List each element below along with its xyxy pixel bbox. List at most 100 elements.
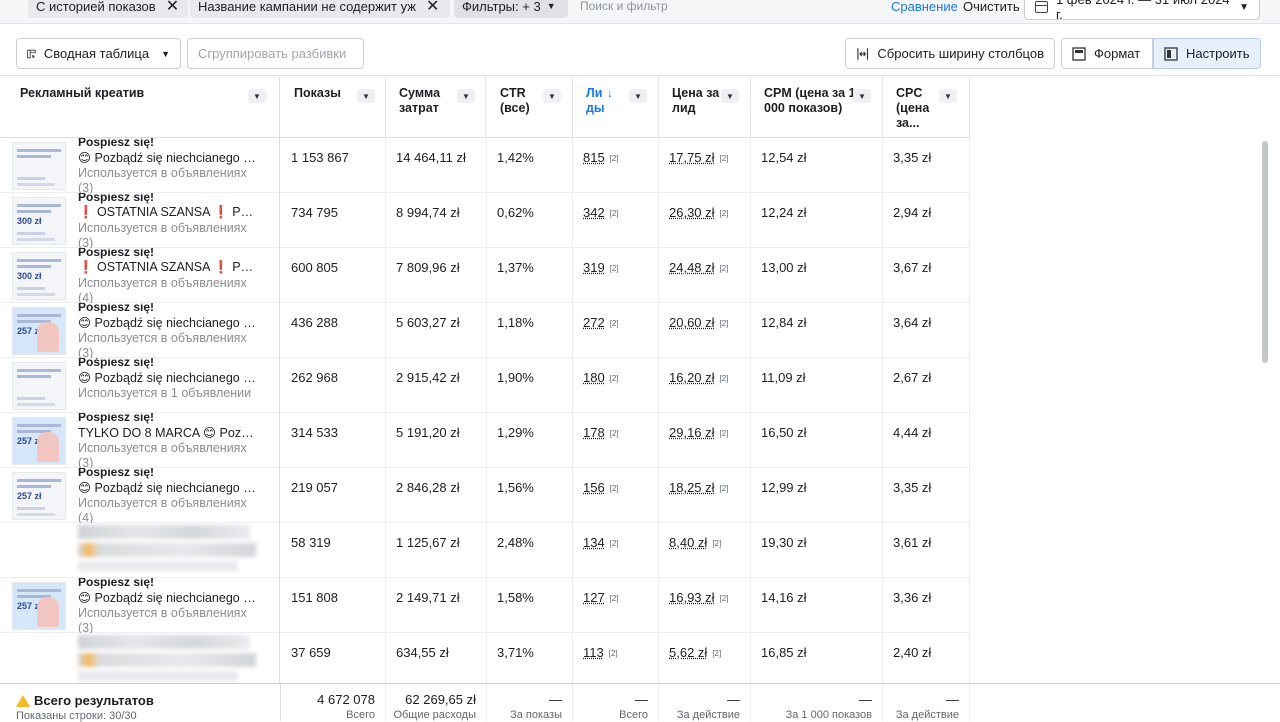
table-row[interactable]: 257 zł Pospiesz się! 😊 Pozbądź się niechci…: [0, 468, 970, 523]
customize-button[interactable]: Настроить: [1153, 38, 1261, 69]
close-icon[interactable]: ✕: [166, 0, 179, 16]
cell-cost-per-lead[interactable]: 16,93 zł [2]: [659, 578, 751, 633]
cell-cost-per-lead[interactable]: 20,60 zł [2]: [659, 303, 751, 358]
cell-leads-value[interactable]: 180: [583, 370, 605, 385]
reset-column-width-button[interactable]: Сбросить ширину столбцов: [845, 38, 1055, 69]
cell-leads[interactable]: 342 [2]: [573, 193, 659, 248]
pivot-table-dropdown[interactable]: Сводная таблица ▼: [16, 38, 181, 69]
cell-leads-value[interactable]: 113: [583, 645, 604, 660]
cell-cost-per-lead[interactable]: 16,20 zł [2]: [659, 358, 751, 413]
cell-cost-per-lead-value[interactable]: 18,25 zł: [669, 480, 715, 495]
cell-creative[interactable]: 300 zł Pospiesz się! ❗ OSTATNIA SZANSA ❗ P…: [0, 193, 280, 248]
cell-creative[interactable]: Pośpiesz się! 😊 Pozbądź się niechcianego …: [0, 358, 280, 413]
cell-creative[interactable]: Pospiesz się! 😊 Pozbądź się niechcianego …: [0, 138, 280, 193]
ad-thumbnail[interactable]: 257 zł: [12, 472, 66, 520]
ad-thumbnail[interactable]: 257 zł: [12, 307, 66, 355]
ad-thumbnail[interactable]: 300 zł: [12, 252, 66, 300]
cell-creative[interactable]: [0, 633, 280, 683]
ad-thumbnail[interactable]: 257 zł: [12, 417, 66, 465]
filters-dropdown[interactable]: Фильтры: + 3 ▼: [454, 0, 568, 18]
table-row[interactable]: 257 zł Pospiesz się! 😊 Pozbądź się niechci…: [0, 303, 970, 358]
ad-thumbnail[interactable]: 300 zł: [12, 197, 66, 245]
cell-leads-value[interactable]: 156: [583, 480, 605, 495]
cell-creative[interactable]: 257 zł Pospiesz się! 😊 Pozbądź się niechci…: [0, 468, 280, 523]
cell-leads[interactable]: 134 [2]: [573, 523, 659, 578]
column-header-cost-per-lead[interactable]: Цена за лид ▼: [659, 77, 751, 138]
cell-cost-per-lead[interactable]: 18,25 zł [2]: [659, 468, 751, 523]
cell-creative[interactable]: 257 zł Pospiesz się! TYLKO DO 8 MARCA 😊 Po…: [0, 413, 280, 468]
cell-cost-per-lead[interactable]: 8,40 zł [2]: [659, 523, 751, 578]
column-menu-icon[interactable]: ▼: [939, 89, 957, 103]
table-row[interactable]: Pospiesz się! 😊 Pozbądź się niechcianego …: [0, 138, 970, 193]
cell-leads[interactable]: 156 [2]: [573, 468, 659, 523]
cell-leads[interactable]: 815 [2]: [573, 138, 659, 193]
column-menu-icon[interactable]: ▼: [629, 89, 647, 103]
date-range-picker[interactable]: 1 фев 2024 г. — 31 июл 2024 г. ▼: [1024, 0, 1260, 22]
cell-cost-per-lead-value[interactable]: 26,30 zł: [669, 205, 715, 220]
column-header-cpm[interactable]: CPM (цена за 1 000 показов) ▼: [751, 77, 883, 138]
cell-cost-per-lead-value[interactable]: 5,62 zł: [669, 645, 707, 660]
filter-chip-campaign-name[interactable]: Название кампании не содержит уж ✕: [190, 0, 450, 18]
cell-cost-per-lead-value[interactable]: 17,75 zł: [669, 150, 715, 165]
column-menu-icon[interactable]: ▼: [853, 89, 871, 103]
cell-leads-value[interactable]: 272: [583, 315, 605, 330]
cell-cost-per-lead-value[interactable]: 29,16 zł: [669, 425, 715, 440]
table-row[interactable]: 300 zł Pospiesz się! ❗ OSTATNIA SZANSA ❗ P…: [0, 248, 970, 303]
cell-cost-per-lead-value[interactable]: 16,93 zł: [669, 590, 715, 605]
cell-cost-per-lead[interactable]: 5,62 zł [2]: [659, 633, 751, 683]
cell-cost-per-lead-value[interactable]: 20,60 zł: [669, 315, 715, 330]
ad-thumbnail[interactable]: [12, 362, 66, 410]
column-header-spend[interactable]: Сумма затрат ▼: [386, 77, 486, 138]
cell-leads[interactable]: 127 [2]: [573, 578, 659, 633]
column-menu-icon[interactable]: ▼: [721, 89, 739, 103]
table-row[interactable]: 257 zł Pospiesz się! TYLKO DO 8 MARCA 😊 Po…: [0, 413, 970, 468]
cell-cost-per-lead-value[interactable]: 24,48 zł: [669, 260, 715, 275]
vertical-scrollbar[interactable]: [1262, 141, 1268, 363]
cell-leads-value[interactable]: 319: [583, 260, 605, 275]
clear-link[interactable]: Очистить: [963, 0, 1020, 14]
column-menu-icon[interactable]: ▼: [457, 89, 475, 103]
column-header-leads[interactable]: Ли ды ↓ ▼: [573, 77, 659, 138]
cell-creative[interactable]: [0, 523, 280, 578]
cell-cost-per-lead[interactable]: 29,16 zł [2]: [659, 413, 751, 468]
table-row[interactable]: 58 319 1 125,67 zł 2,48% 134 [2] 8,40 zł [2] 19…: [0, 523, 970, 578]
column-header-creative[interactable]: Рекламный креатив ▼: [0, 77, 280, 138]
cell-leads-value[interactable]: 178: [583, 425, 605, 440]
table-row[interactable]: 300 zł Pospiesz się! ❗ OSTATNIA SZANSA ❗ P…: [0, 193, 970, 248]
cell-leads[interactable]: 113 [2]: [573, 633, 659, 683]
column-header-cpc[interactable]: CPC (цена за... ▼: [883, 77, 970, 138]
table-row[interactable]: 257 zł Pospiesz się! 😊 Pozbądź się niechci…: [0, 578, 970, 633]
cell-leads-value[interactable]: 815: [583, 150, 605, 165]
cell-leads-value[interactable]: 134: [583, 535, 605, 550]
group-breakdowns-button[interactable]: Сгруппировать разбивки: [187, 38, 364, 69]
format-button[interactable]: Формат: [1061, 38, 1153, 69]
ad-thumbnail[interactable]: [12, 142, 66, 190]
cell-leads-value[interactable]: 127: [583, 590, 605, 605]
compare-link[interactable]: Сравнение: [891, 0, 958, 14]
column-menu-icon[interactable]: ▼: [543, 89, 561, 103]
column-header-ctr[interactable]: CTR (все) ▼: [487, 77, 573, 138]
cell-creative[interactable]: 257 zł Pospiesz się! 😊 Pozbądź się niechci…: [0, 578, 280, 633]
cell-cost-per-lead-value[interactable]: 16,20 zł: [669, 370, 715, 385]
table-row[interactable]: Pośpiesz się! 😊 Pozbądź się niechcianego …: [0, 358, 970, 413]
cell-cost-per-lead-value[interactable]: 8,40 zł: [669, 535, 707, 550]
cell-leads-value[interactable]: 342: [583, 205, 605, 220]
ad-thumbnail[interactable]: 257 zł: [12, 582, 66, 630]
cell-cost-per-lead[interactable]: 17,75 zł [2]: [659, 138, 751, 193]
cell-cost-per-lead[interactable]: 24,48 zł [2]: [659, 248, 751, 303]
cell-leads[interactable]: 272 [2]: [573, 303, 659, 358]
cell-creative[interactable]: 257 zł Pospiesz się! 😊 Pozbądź się niechci…: [0, 303, 280, 358]
cell-leads[interactable]: 178 [2]: [573, 413, 659, 468]
filter-chip-history[interactable]: С историей показов ✕: [28, 0, 188, 18]
cell-leads[interactable]: 180 [2]: [573, 358, 659, 413]
close-icon[interactable]: ✕: [426, 0, 439, 16]
cell-creative[interactable]: 300 zł Pospiesz się! ❗ OSTATNIA SZANSA ❗ P…: [0, 248, 280, 303]
column-header-impressions[interactable]: Показы ▼: [281, 77, 386, 138]
table-row[interactable]: 37 659 634,55 zł 3,71% 113 [2] 5,62 zł [2] 16,8…: [0, 633, 970, 683]
cell-leads[interactable]: 319 [2]: [573, 248, 659, 303]
column-menu-icon[interactable]: ▼: [357, 89, 375, 103]
search-input[interactable]: Поиск и фильтр: [580, 0, 668, 13]
cell-cpc-value: 2,40 zł: [893, 645, 932, 660]
cell-cost-per-lead[interactable]: 26,30 zł [2]: [659, 193, 751, 248]
column-menu-icon[interactable]: ▼: [248, 89, 266, 103]
